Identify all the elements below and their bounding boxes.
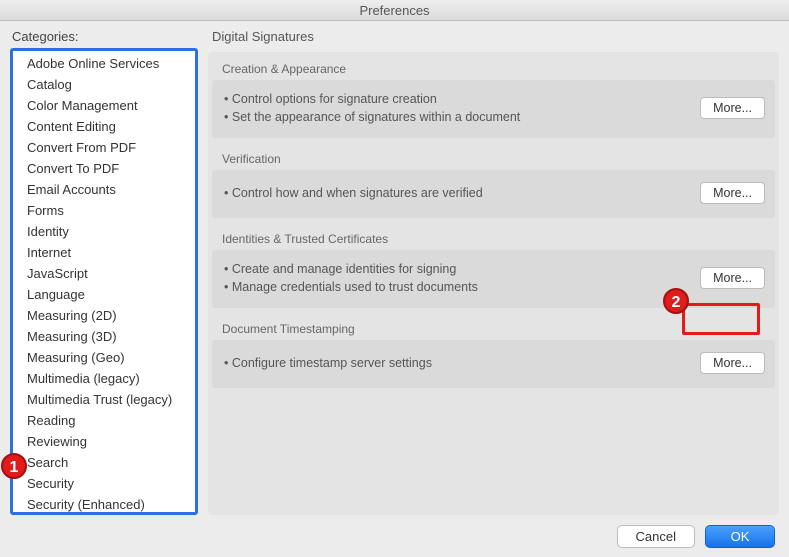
category-item[interactable]: Security: [13, 473, 195, 494]
group-body: Control options for signature creationSe…: [212, 80, 775, 138]
window-body: Categories: Adobe Online ServicesCatalog…: [0, 21, 789, 557]
group-bullet: Manage credentials used to trust documen…: [224, 278, 690, 296]
category-item[interactable]: Reading: [13, 410, 195, 431]
group-body: Control how and when signatures are veri…: [212, 170, 775, 218]
group-bullet: Configure timestamp server settings: [224, 354, 690, 372]
group-title: Identities & Trusted Certificates: [212, 226, 775, 250]
category-item[interactable]: Content Editing: [13, 116, 195, 137]
group-bullets: Create and manage identities for signing…: [224, 260, 690, 296]
category-item[interactable]: Measuring (Geo): [13, 347, 195, 368]
more-button[interactable]: More...: [700, 352, 765, 374]
category-item[interactable]: Security (Enhanced): [13, 494, 195, 515]
window-title: Preferences: [0, 0, 789, 21]
group-bullet: Control how and when signatures are veri…: [224, 184, 690, 202]
category-item[interactable]: Reviewing: [13, 431, 195, 452]
category-item[interactable]: Convert To PDF: [13, 158, 195, 179]
group-body: Create and manage identities for signing…: [212, 250, 775, 308]
settings-group: Verification Control how and when signatu…: [212, 146, 775, 218]
group-bullet: Create and manage identities for signing: [224, 260, 690, 278]
category-item[interactable]: Email Accounts: [13, 179, 195, 200]
category-item[interactable]: Identity: [13, 221, 195, 242]
group-body: Configure timestamp server settings More.…: [212, 340, 775, 388]
settings-group: Identities & Trusted Certificates Create …: [212, 226, 775, 308]
category-item[interactable]: JavaScript: [13, 263, 195, 284]
group-title: Creation & Appearance: [212, 56, 775, 80]
category-item[interactable]: Multimedia (legacy): [13, 368, 195, 389]
group-bullets: Control how and when signatures are veri…: [224, 184, 690, 202]
callout-2: 2: [663, 288, 689, 314]
category-item[interactable]: Adobe Online Services: [13, 53, 195, 74]
category-item[interactable]: Measuring (2D): [13, 305, 195, 326]
sidebar: Categories: Adobe Online ServicesCatalog…: [10, 29, 198, 515]
group-title: Verification: [212, 146, 775, 170]
main-area: Categories: Adobe Online ServicesCatalog…: [10, 29, 779, 515]
category-item[interactable]: Catalog: [13, 74, 195, 95]
category-item[interactable]: Internet: [13, 242, 195, 263]
category-item[interactable]: Color Management: [13, 95, 195, 116]
dialog-footer: Cancel OK: [10, 515, 779, 557]
category-list-frame: Adobe Online ServicesCatalogColor Manage…: [10, 48, 198, 515]
settings-group: Document TimestampingConfigure timestamp…: [212, 316, 775, 388]
section-title: Digital Signatures: [212, 29, 779, 44]
group-bullet: Control options for signature creation: [224, 90, 690, 108]
category-item[interactable]: Multimedia Trust (legacy): [13, 389, 195, 410]
group-bullets: Configure timestamp server settings: [224, 354, 690, 372]
category-item[interactable]: Search: [13, 452, 195, 473]
callout-1: 1: [1, 453, 27, 479]
category-list[interactable]: Adobe Online ServicesCatalogColor Manage…: [13, 51, 195, 515]
settings-group: Creation & Appearance Control options for…: [212, 56, 775, 138]
category-item[interactable]: Convert From PDF: [13, 137, 195, 158]
category-item[interactable]: Language: [13, 284, 195, 305]
group-title: Document Timestamping: [212, 316, 775, 340]
group-bullet: Set the appearance of signatures within …: [224, 108, 690, 126]
group-bullets: Control options for signature creationSe…: [224, 90, 690, 126]
more-button[interactable]: More...: [700, 267, 765, 289]
ok-button[interactable]: OK: [705, 525, 775, 548]
category-item[interactable]: Forms: [13, 200, 195, 221]
content-panel: Digital Signatures 2 Creation & Appearan…: [208, 29, 779, 515]
cancel-button[interactable]: Cancel: [617, 525, 695, 548]
category-item[interactable]: Measuring (3D): [13, 326, 195, 347]
categories-label: Categories:: [10, 29, 198, 44]
more-button[interactable]: More...: [700, 97, 765, 119]
more-button[interactable]: More...: [700, 182, 765, 204]
settings-groups: 2 Creation & Appearance Control options f…: [208, 52, 779, 515]
